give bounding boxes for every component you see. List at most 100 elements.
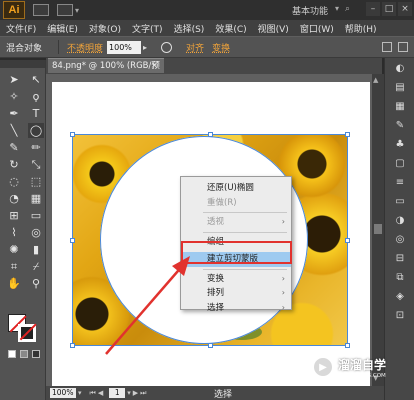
search-icon[interactable]: ⌕ bbox=[345, 4, 365, 16]
shape-builder-icon[interactable]: ◔ bbox=[6, 191, 22, 206]
resize-handle[interactable] bbox=[345, 343, 350, 348]
resize-handle[interactable] bbox=[70, 238, 75, 243]
zoom-tool-icon[interactable]: ⚲ bbox=[28, 276, 44, 291]
annotation-arrow bbox=[105, 256, 190, 355]
scroll-up-icon[interactable]: ▲ bbox=[373, 76, 378, 84]
align-panel-icon[interactable]: ⊟ bbox=[390, 250, 410, 267]
menu-item-label: 透视 bbox=[207, 217, 225, 227]
menu-file[interactable]: 文件(F) bbox=[6, 22, 36, 35]
minimize-button[interactable]: – bbox=[366, 2, 380, 16]
menu-help[interactable]: 帮助(H) bbox=[345, 22, 377, 35]
panel-menu-icon[interactable] bbox=[398, 42, 408, 52]
stroke-panel-icon[interactable]: ≡ bbox=[390, 174, 410, 191]
gradient-button[interactable] bbox=[20, 350, 28, 358]
brushes-icon[interactable]: ✎ bbox=[390, 117, 410, 134]
chevron-down-icon[interactable]: ▾ bbox=[75, 6, 79, 15]
direct-selection-tool-icon[interactable]: ↖ bbox=[28, 72, 44, 87]
selection-tool-icon[interactable]: ➤ bbox=[6, 72, 22, 87]
pathfinder-icon[interactable]: ⧉ bbox=[390, 269, 410, 286]
control-bar: 混合对象 不透明度 100% ▸ 对齐 变换 bbox=[0, 36, 414, 58]
menu-type[interactable]: 文字(T) bbox=[132, 22, 163, 35]
paintbrush-icon[interactable]: ✎ bbox=[6, 140, 22, 155]
swatches-icon[interactable]: ▦ bbox=[390, 98, 410, 115]
graph-tool-icon[interactable]: ▮ bbox=[28, 242, 44, 257]
fill-stroke-swatches[interactable] bbox=[8, 314, 38, 342]
line-tool-icon[interactable]: ╲ bbox=[6, 123, 22, 138]
scale-tool-icon[interactable]: ⤡ bbox=[28, 157, 44, 172]
maximize-button[interactable]: □ bbox=[382, 2, 396, 16]
transform-link[interactable]: 变换 bbox=[212, 41, 230, 54]
previous-page-icon[interactable]: ◀ bbox=[98, 389, 103, 397]
workspace-switcher[interactable]: 基本功能 bbox=[292, 4, 328, 17]
menu-window[interactable]: 窗口(W) bbox=[300, 22, 334, 35]
vertical-scrollbar[interactable]: ▲ ▼ bbox=[372, 74, 384, 386]
recolor-artwork-icon[interactable] bbox=[161, 41, 173, 53]
arrange-documents-icon[interactable] bbox=[57, 4, 73, 16]
warp-tool-icon[interactable]: ◌ bbox=[6, 174, 22, 189]
menu-item-undo-ellipse[interactable]: 还原(U)椭圆 bbox=[181, 181, 291, 196]
blend-tool-icon[interactable]: ◎ bbox=[28, 225, 44, 240]
watermark-title: 溜溜自学 bbox=[338, 357, 387, 372]
chevron-down-icon[interactable]: ▾ bbox=[335, 4, 339, 13]
chevron-down-icon[interactable]: ▾ bbox=[78, 389, 82, 397]
opacity-label[interactable]: 不透明度 bbox=[67, 41, 103, 54]
document-tab[interactable]: 84.png* @ 100% (RGB/预览) × bbox=[48, 58, 164, 86]
pencil-icon[interactable]: ✏ bbox=[28, 140, 44, 155]
chevron-right-icon: › bbox=[281, 288, 285, 297]
gradient-panel-icon[interactable]: ▭ bbox=[390, 193, 410, 210]
type-tool-icon[interactable]: T bbox=[28, 106, 44, 121]
mesh-tool-icon[interactable]: ⊞ bbox=[6, 208, 22, 223]
opacity-input[interactable]: 100% bbox=[107, 40, 142, 54]
watermark-play-icon: ▶ bbox=[312, 356, 334, 378]
appearance-icon[interactable]: ◎ bbox=[390, 231, 410, 248]
chevron-down-icon[interactable]: ▾ bbox=[127, 389, 131, 397]
close-icon[interactable]: × bbox=[150, 59, 158, 74]
layers-icon[interactable]: ◈ bbox=[390, 288, 410, 305]
align-link[interactable]: 对齐 bbox=[186, 41, 204, 54]
perspective-grid-icon[interactable]: ▦ bbox=[28, 191, 44, 206]
page-number-field[interactable]: 1 bbox=[109, 388, 126, 398]
magic-wand-icon[interactable]: ✧ bbox=[6, 89, 22, 104]
chevron-right-icon[interactable]: ▸ bbox=[143, 43, 147, 52]
gradient-tool-icon[interactable]: ▭ bbox=[28, 208, 44, 223]
transparency-icon[interactable]: ◑ bbox=[390, 212, 410, 229]
resize-handle[interactable] bbox=[345, 132, 350, 137]
artboards-icon[interactable]: ⊡ bbox=[390, 307, 410, 324]
tools-panel-header[interactable] bbox=[0, 60, 45, 68]
menu-edit[interactable]: 编辑(E) bbox=[47, 22, 78, 35]
isolate-icon[interactable] bbox=[382, 42, 392, 52]
stroke-swatch[interactable] bbox=[18, 324, 36, 342]
rotate-tool-icon[interactable]: ↻ bbox=[6, 157, 22, 172]
menu-select[interactable]: 选择(S) bbox=[174, 22, 205, 35]
menu-object[interactable]: 对象(O) bbox=[89, 22, 121, 35]
hand-tool-icon[interactable]: ✋ bbox=[6, 276, 22, 291]
symbol-sprayer-icon[interactable]: ✺ bbox=[6, 242, 22, 257]
none-button[interactable] bbox=[32, 350, 40, 358]
lasso-icon[interactable]: ϙ bbox=[28, 89, 44, 104]
menu-view[interactable]: 视图(V) bbox=[258, 22, 289, 35]
color-panel-icon[interactable]: ◐ bbox=[390, 60, 410, 77]
next-page-icon[interactable]: ▶ bbox=[133, 389, 138, 397]
chevron-right-icon: › bbox=[281, 273, 285, 283]
zoom-level-field[interactable]: 100% bbox=[50, 388, 76, 398]
close-button[interactable]: × bbox=[398, 2, 412, 16]
color-guide-icon[interactable]: ▤ bbox=[390, 79, 410, 96]
eyedropper-icon[interactable]: ⌇ bbox=[6, 225, 22, 240]
menu-effect[interactable]: 效果(C) bbox=[215, 22, 246, 35]
scrollbar-thumb[interactable] bbox=[374, 224, 382, 234]
graphic-styles-icon[interactable]: ▢ bbox=[390, 155, 410, 172]
ellipse-tool-icon[interactable]: ◯ bbox=[28, 123, 44, 138]
artboard-tool-icon[interactable]: ⌗ bbox=[6, 259, 22, 274]
free-transform-icon[interactable]: ⬚ bbox=[28, 174, 44, 189]
resize-handle[interactable] bbox=[345, 238, 350, 243]
pen-tool-icon[interactable]: ✒ bbox=[6, 106, 22, 121]
resize-handle[interactable] bbox=[70, 132, 75, 137]
resize-handle[interactable] bbox=[70, 343, 75, 348]
first-page-icon[interactable]: ⏮ bbox=[90, 389, 96, 398]
last-page-icon[interactable]: ⏭ bbox=[140, 389, 146, 398]
slice-tool-icon[interactable]: ⌿ bbox=[28, 259, 44, 274]
color-button[interactable] bbox=[8, 350, 16, 358]
symbols-icon[interactable]: ♣ bbox=[390, 136, 410, 153]
bridge-icon[interactable] bbox=[33, 4, 49, 16]
resize-handle[interactable] bbox=[208, 132, 213, 137]
